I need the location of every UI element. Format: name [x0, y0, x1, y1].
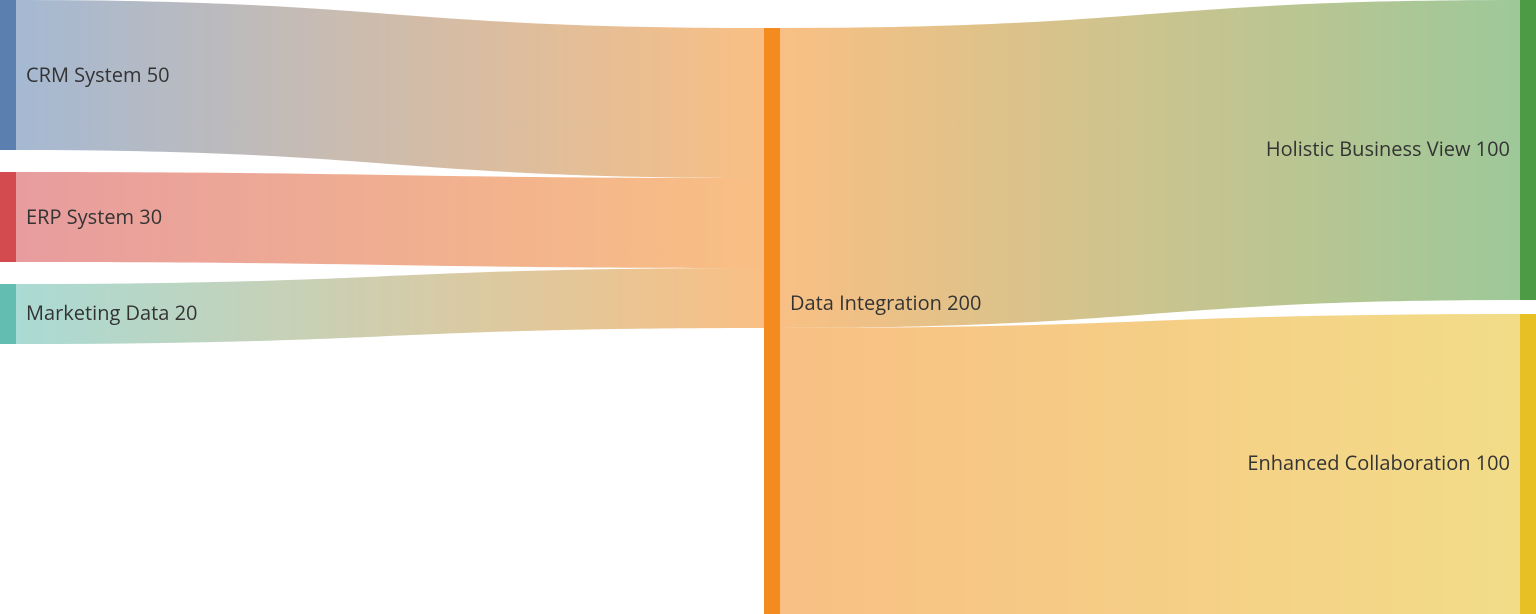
node-hbv — [1520, 0, 1536, 300]
label-erp: ERP System 30 — [26, 203, 162, 230]
sankey-chart: CRM System 50 ERP System 30 Marketing Da… — [0, 0, 1536, 614]
node-crm — [0, 0, 16, 150]
link-di-hbv — [780, 0, 1520, 328]
label-di: Data Integration 200 — [790, 289, 981, 316]
link-crm-di — [16, 0, 764, 178]
node-ecol — [1520, 314, 1536, 614]
node-di — [764, 28, 780, 614]
label-crm: CRM System 50 — [26, 61, 170, 88]
node-erp — [0, 172, 16, 262]
label-mkt: Marketing Data 20 — [26, 299, 197, 326]
node-mkt — [0, 284, 16, 344]
label-hbv: Holistic Business View 100 — [1266, 135, 1510, 162]
label-ecol: Enhanced Collaboration 100 — [1247, 449, 1510, 476]
